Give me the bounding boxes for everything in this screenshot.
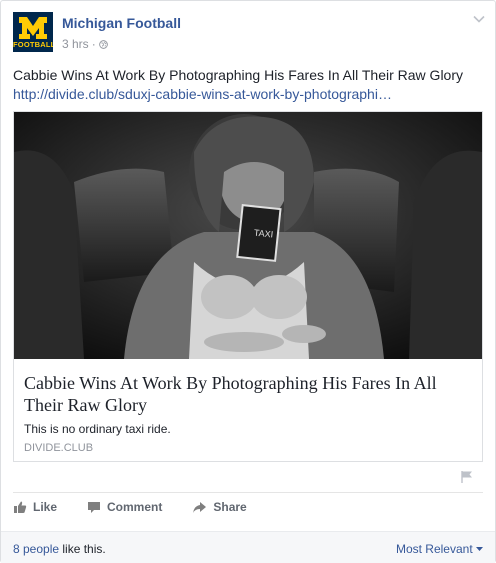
post-footer: 8 people like this. Most Relevant	[1, 531, 495, 563]
meta-separator: ·	[91, 37, 96, 51]
post-link[interactable]: http://divide.club/sduxj-cabbie-wins-at-…	[13, 86, 392, 102]
globe-icon[interactable]	[98, 39, 108, 49]
comment-icon	[88, 501, 101, 513]
attachment-domain: DIVIDE.CLUB	[24, 442, 94, 454]
comment-label: Comment	[107, 500, 163, 514]
sort-label: Most Relevant	[395, 542, 473, 556]
likes-suffix: like this.	[59, 542, 106, 556]
attachment-title[interactable]: Cabbie Wins At Work By Photographing His…	[24, 372, 474, 416]
share-button[interactable]: Share	[192, 500, 247, 514]
likes-summary: 8 people like this.	[13, 542, 106, 556]
chevron-down-icon[interactable]	[473, 15, 485, 23]
sort-dropdown[interactable]: Most Relevant	[396, 542, 483, 556]
share-icon	[193, 501, 207, 513]
likes-count-link[interactable]: 8 people	[13, 542, 59, 556]
link-attachment[interactable]: TAXI Cabbie Wins At Work By Photographin…	[13, 111, 483, 462]
like-label: Like	[33, 500, 58, 514]
timestamp-link[interactable]: 3 hrs	[62, 37, 89, 51]
post-actions: Like Comment Share	[13, 500, 277, 514]
caret-down-icon	[476, 547, 483, 552]
post-message: Cabbie Wins At Work By Photographing His…	[13, 67, 463, 83]
actions-divider	[13, 492, 483, 493]
attachment-image: TAXI	[14, 112, 482, 359]
post-meta: 3 hrs ·	[62, 37, 108, 51]
like-button[interactable]: Like	[13, 500, 57, 514]
logo-wordmark: FOOTBALL	[13, 40, 53, 49]
attachment-description: This is no ordinary taxi ride.	[24, 422, 171, 436]
attachment-photo[interactable]: TAXI	[14, 112, 482, 359]
flag-icon[interactable]	[460, 470, 474, 484]
share-label: Share	[213, 500, 247, 514]
thumbs-up-icon	[14, 501, 27, 513]
comment-button[interactable]: Comment	[87, 500, 162, 514]
post-card: FOOTBALL Michigan Football 3 hrs · Cabbi…	[0, 0, 496, 563]
page-avatar[interactable]: FOOTBALL	[13, 12, 53, 52]
svg-text:TAXI: TAXI	[253, 227, 273, 239]
page-name-link[interactable]: Michigan Football	[62, 15, 181, 31]
